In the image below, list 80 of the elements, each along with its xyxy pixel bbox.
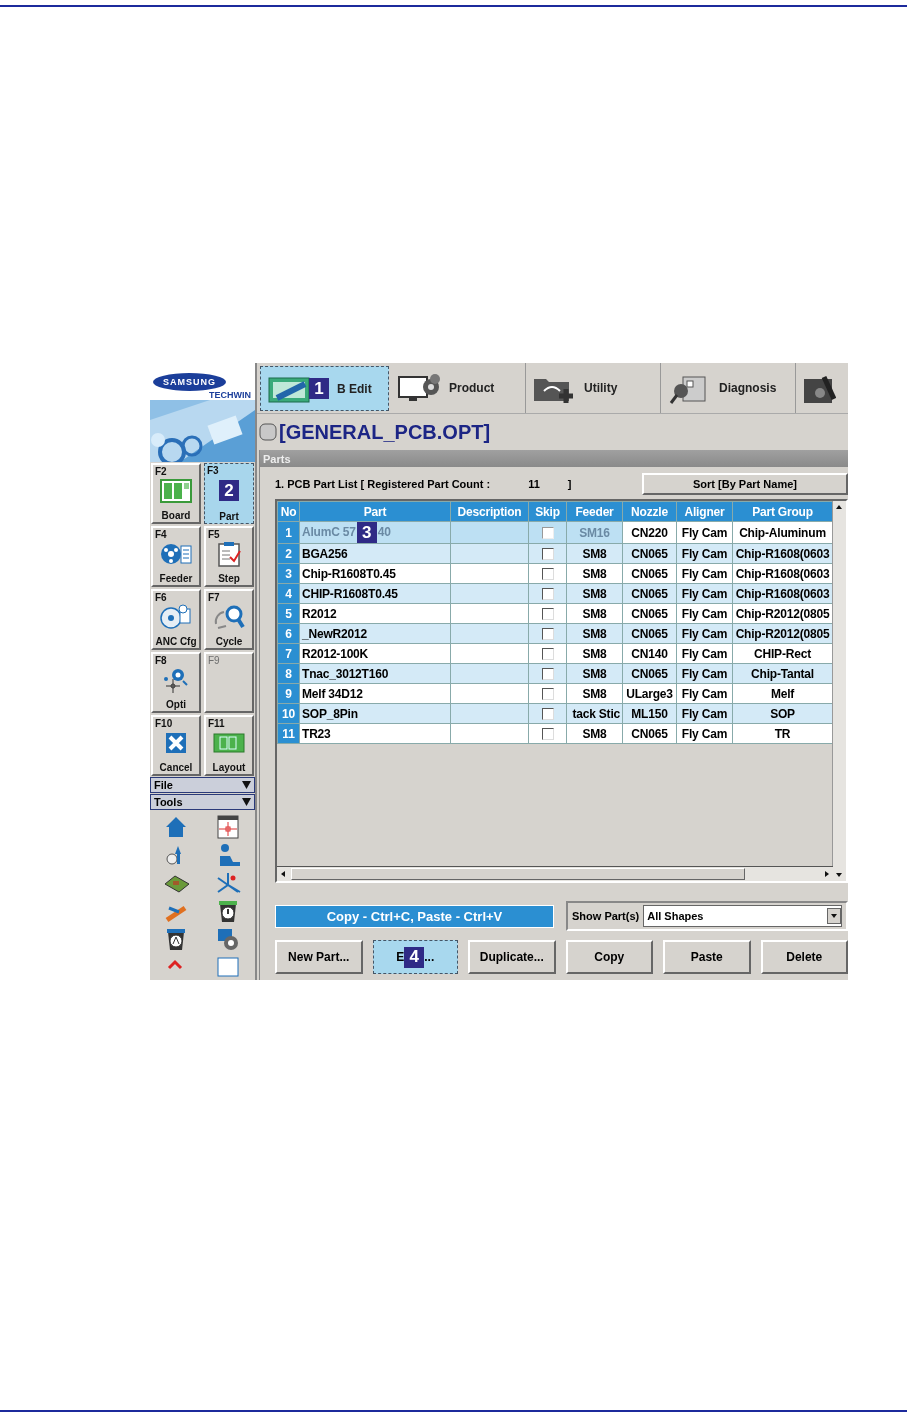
action-button[interactable]: Paste (663, 940, 751, 974)
reels-icon[interactable] (215, 926, 241, 952)
skip-checkbox[interactable] (541, 668, 554, 681)
row-number: 11 (277, 723, 300, 744)
skip-checkbox[interactable] (541, 548, 554, 561)
function-key-button[interactable]: F8 Opti (151, 652, 201, 713)
row-number: 7 (277, 643, 300, 664)
callout-number: 1 (309, 378, 329, 399)
column-header[interactable]: Skip (528, 501, 567, 522)
shape-dropdown[interactable]: All Shapes (643, 905, 842, 927)
status-light-icon (259, 423, 277, 441)
row-number: 4 (277, 583, 300, 604)
action-button[interactable]: Duplicate... (468, 940, 556, 974)
function-key-button[interactable]: F5 Step (204, 526, 254, 587)
skip-checkbox[interactable] (541, 648, 554, 661)
row-number: 8 (277, 663, 300, 684)
toolbar-tab[interactable]: Utility (526, 363, 661, 413)
column-header[interactable]: Nozzle (622, 501, 677, 522)
menu-dropdown[interactable]: File (150, 777, 255, 793)
function-key-button[interactable]: F4 Feeder (151, 526, 201, 587)
row-number: 5 (277, 603, 300, 624)
skip-checkbox[interactable] (541, 588, 554, 601)
table-cell: AlumC 57 3 40 (299, 521, 451, 544)
column-header[interactable]: Aligner (676, 501, 733, 522)
skip-checkbox[interactable] (541, 608, 554, 621)
function-key-button[interactable]: F2 Board (151, 463, 201, 524)
disc-icon (159, 604, 193, 630)
callout-number: 3 (356, 522, 377, 543)
column-header[interactable]: Part Group (732, 501, 833, 522)
callout-number: 4 (404, 946, 425, 968)
layout-icon (212, 730, 246, 756)
reel-icon (159, 541, 193, 567)
row-number: 6 (277, 623, 300, 644)
row-number: 10 (277, 703, 300, 724)
menu-dropdown[interactable]: Tools (150, 794, 255, 810)
action-button[interactable]: Copy (565, 940, 653, 974)
action-button[interactable]: New Part... (275, 940, 363, 974)
board-icon (159, 478, 193, 504)
action-button[interactable]: Delete (760, 940, 848, 974)
brand-subtitle: TECHWIN (209, 390, 251, 400)
toolbar-tab[interactable]: Diagnosis (661, 363, 796, 413)
action-button[interactable]: E 4 ... (372, 940, 458, 974)
list-label: 1. PCB Part List [ Registered Part Count : (275, 478, 491, 490)
axes-icon[interactable] (215, 870, 241, 896)
function-key-button[interactable]: F10 Cancel (151, 715, 201, 776)
column-header[interactable]: Feeder (566, 501, 623, 522)
column-header[interactable]: No (277, 501, 300, 522)
skip-checkbox[interactable] (541, 708, 554, 721)
toolbar-tab[interactable]: Product (391, 363, 526, 413)
brand-logo: SAMSUNG (153, 373, 226, 391)
function-key-button[interactable]: F11 Layout (204, 715, 254, 776)
caret-icon (827, 908, 841, 924)
skip-checkbox[interactable] (541, 688, 554, 701)
column-header[interactable]: Part (299, 501, 451, 522)
toolbar-tab[interactable]: 1 B Edit (260, 366, 389, 411)
filter-label: Show Part(s) (572, 910, 640, 922)
table-cell: BGA256 (299, 543, 451, 564)
skip-checkbox[interactable] (541, 568, 554, 581)
bracket-text: ] (567, 478, 572, 490)
column-header[interactable]: Description (450, 501, 529, 522)
window-icon[interactable] (215, 814, 241, 840)
file-title: [GENERAL_PCB.OPT] (279, 420, 491, 444)
row-number: 2 (277, 543, 300, 564)
callout-number: 2 (219, 480, 239, 501)
skip-checkbox[interactable] (541, 628, 554, 641)
sort-button[interactable]: Sort [By Part Name] (642, 473, 848, 495)
skip-checkbox[interactable] (541, 728, 554, 741)
panel-title-bar: Parts (260, 450, 848, 467)
row-number: 9 (277, 683, 300, 704)
scrollbar-thumb[interactable] (291, 868, 745, 880)
function-key-button[interactable]: F6 ANC Cfg (151, 589, 201, 650)
table-cell: SM8 (566, 543, 623, 564)
row-number: 3 (277, 563, 300, 584)
row-number: 1 (277, 521, 300, 544)
function-key-button[interactable]: F7 Cycle (204, 589, 254, 650)
skip-checkbox[interactable] (541, 527, 554, 540)
shortcut-hint-bar: Copy - Ctrl+C, Paste - Ctrl+V (275, 904, 554, 928)
part-count: 11 (528, 478, 540, 490)
magnifier-icon (212, 604, 246, 630)
function-key-button[interactable]: F3 2 Part (204, 463, 254, 524)
